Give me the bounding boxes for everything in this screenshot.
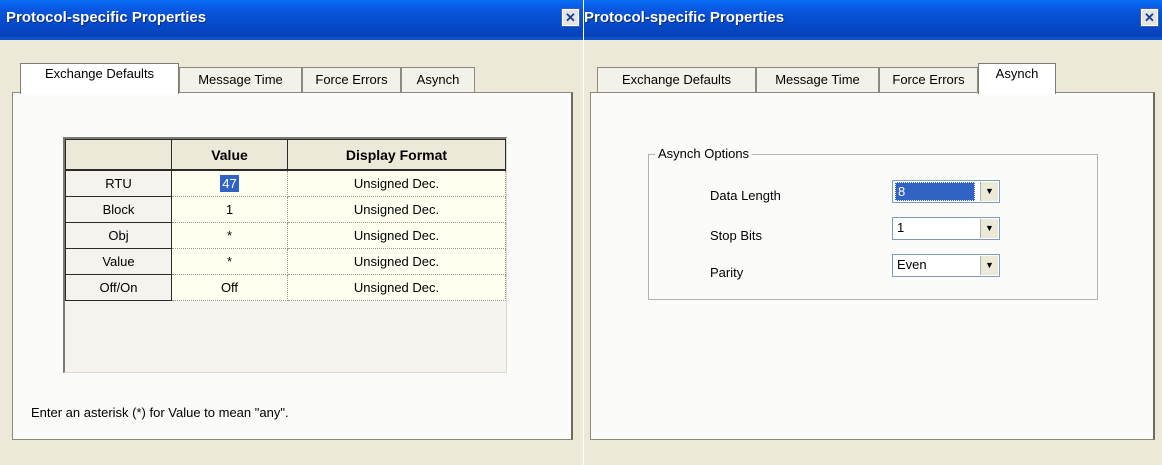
tab-asynch[interactable]: Asynch (978, 63, 1056, 94)
obj-format-cell[interactable]: Unsigned Dec. (287, 222, 506, 249)
row-header-block: Block (65, 196, 172, 223)
data-length-select[interactable]: 8 ▼ (892, 180, 1000, 203)
obj-value-cell[interactable]: * (171, 222, 288, 249)
parity-select[interactable]: Even ▼ (892, 254, 1000, 277)
stop-bits-label: Stop Bits (710, 228, 763, 243)
display-format-column-header[interactable]: Display Format (287, 139, 506, 171)
dropdown-arrow-icon[interactable]: ▼ (980, 219, 998, 238)
value-format-cell[interactable]: Unsigned Dec. (287, 248, 506, 275)
row-header-value: Value (65, 248, 172, 275)
table-row: Obj * Unsigned Dec. (65, 222, 506, 249)
left-window-title: Protocol-specific Properties (6, 9, 207, 26)
value-column-header[interactable]: Value (171, 139, 288, 171)
exchange-defaults-grid: Value Display Format RTU 47 Unsigned Dec… (63, 137, 507, 373)
asynch-panel: Asynch Options Data Length 8 ▼ Stop Bits… (590, 92, 1155, 440)
asterisk-hint-text: Enter an asterisk (*) for Value to mean … (31, 405, 289, 420)
data-length-value[interactable]: 8 (895, 182, 975, 201)
right-title-bar[interactable]: Protocol-specific Properties ✕ (584, 0, 1162, 40)
tab-message-time[interactable]: Message Time (179, 67, 302, 92)
table-row: Block 1 Unsigned Dec. (65, 196, 506, 223)
row-header-rtu: RTU (65, 169, 172, 197)
stop-bits-select[interactable]: 1 ▼ (892, 217, 1000, 240)
tab-exchange-defaults[interactable]: Exchange Defaults (597, 67, 756, 92)
close-icon[interactable]: ✕ (1141, 9, 1158, 26)
table-row: Value * Unsigned Dec. (65, 248, 506, 275)
rtu-format-cell[interactable]: Unsigned Dec. (287, 169, 506, 197)
data-length-label: Data Length (710, 188, 781, 203)
block-value-cell[interactable]: 1 (171, 196, 288, 223)
left-properties-window: Protocol-specific Properties ✕ Exchange … (0, 0, 583, 465)
grid-corner-header (65, 139, 172, 171)
table-row: Off/On Off Unsigned Dec. (65, 274, 506, 301)
close-icon[interactable]: ✕ (562, 9, 579, 26)
tab-message-time[interactable]: Message Time (756, 67, 879, 92)
stop-bits-value[interactable]: 1 (897, 220, 904, 235)
exchange-defaults-panel: Value Display Format RTU 47 Unsigned Dec… (12, 92, 573, 440)
tab-asynch[interactable]: Asynch (401, 67, 475, 92)
value-value-cell[interactable]: * (171, 248, 288, 275)
block-format-cell[interactable]: Unsigned Dec. (287, 196, 506, 223)
tab-force-errors[interactable]: Force Errors (302, 67, 401, 92)
parity-value[interactable]: Even (897, 257, 927, 272)
row-header-obj: Obj (65, 222, 172, 249)
dropdown-arrow-icon[interactable]: ▼ (980, 256, 998, 275)
right-properties-window: Protocol-specific Properties ✕ Exchange … (584, 0, 1162, 465)
rtu-value-cell[interactable]: 47 (171, 169, 288, 197)
right-window-title: Protocol-specific Properties (584, 9, 785, 26)
dropdown-arrow-icon[interactable]: ▼ (980, 182, 998, 201)
off-on-value-cell[interactable]: Off (171, 274, 288, 301)
table-row: RTU 47 Unsigned Dec. (65, 169, 506, 197)
rtu-value-selected[interactable]: 47 (220, 175, 239, 192)
asynch-options-label: Asynch Options (655, 146, 753, 161)
row-header-off-on: Off/On (65, 274, 172, 301)
off-on-format-cell[interactable]: Unsigned Dec. (287, 274, 506, 301)
grid-header-row: Value Display Format (65, 139, 506, 171)
tab-exchange-defaults[interactable]: Exchange Defaults (20, 63, 179, 94)
parity-label: Parity (710, 265, 744, 280)
asynch-options-group: Asynch Options Data Length 8 ▼ Stop Bits… (648, 146, 1098, 300)
left-title-bar[interactable]: Protocol-specific Properties ✕ (0, 0, 583, 40)
tab-force-errors[interactable]: Force Errors (879, 67, 978, 92)
